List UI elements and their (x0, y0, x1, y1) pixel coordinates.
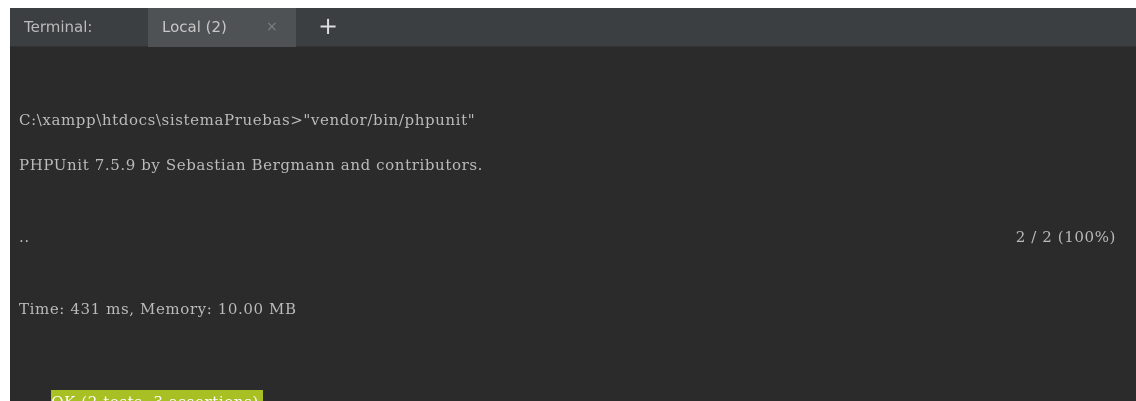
terminal-tab-bar: Terminal: Local (2) × + (10, 8, 1136, 47)
terminal-line-result: OK (2 tests, 3 assertions) (19, 368, 263, 401)
terminal-line-command: C:\xampp\htdocs\sistemaPruebas>"vendor/b… (19, 111, 476, 129)
add-tab-icon[interactable]: + (318, 8, 338, 47)
tab-local-2-label: Local (2) (162, 18, 227, 36)
terminal-line-dots: .. (19, 228, 30, 246)
terminal-output[interactable]: C:\xampp\htdocs\sistemaPruebas>"vendor/b… (10, 47, 1136, 401)
ok-result-badge: OK (2 tests, 3 assertions) (51, 390, 263, 401)
terminal-line-stats: Time: 431 ms, Memory: 10.00 MB (19, 300, 297, 318)
terminal-line-header: PHPUnit 7.5.9 by Sebastian Bergmann and … (19, 156, 484, 174)
terminal-window: Terminal: Local (2) × + C:\xampp\htdocs\… (10, 8, 1136, 401)
terminal-progress: 2 / 2 (100%) (1015, 228, 1116, 246)
tab-local-2[interactable]: Local (2) × (148, 8, 296, 47)
close-icon[interactable]: × (266, 8, 278, 47)
terminal-title-label: Terminal: (24, 18, 93, 36)
